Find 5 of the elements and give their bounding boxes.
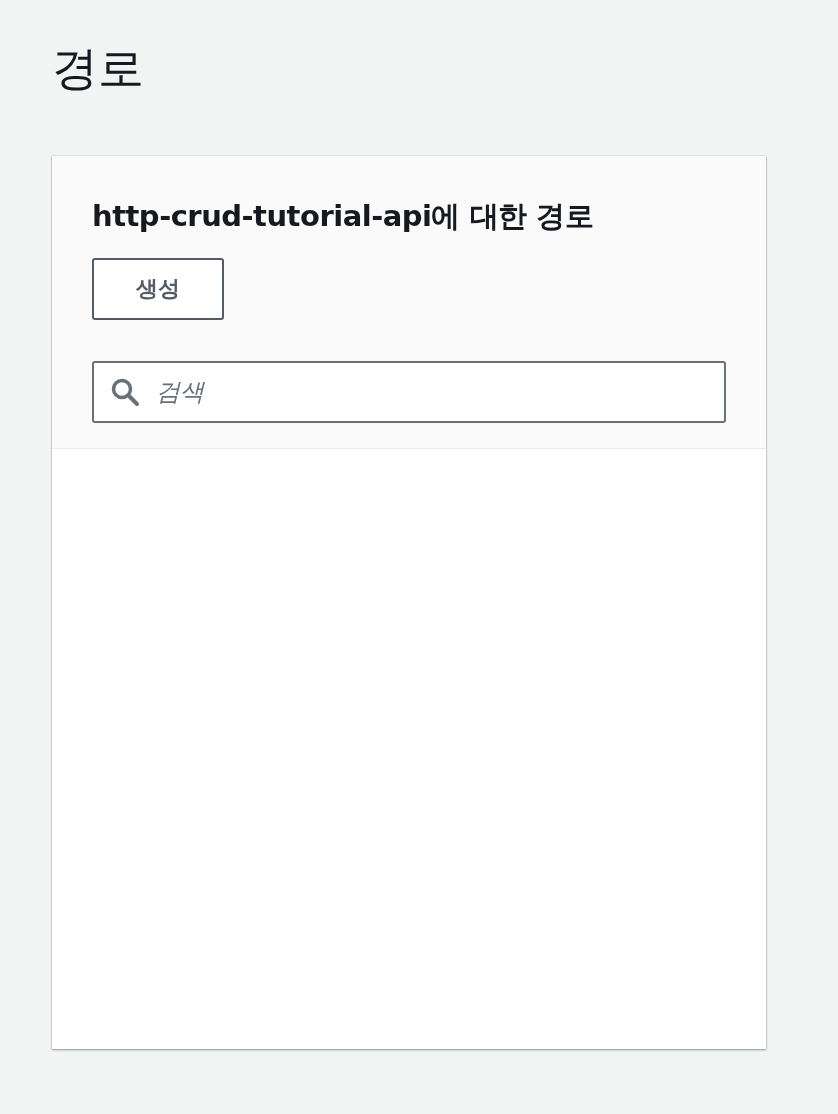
page-title: 경로 [52, 40, 144, 97]
panel-title: http-crud-tutorial-api에 대한 경로 [92, 198, 594, 235]
search-field[interactable]: 검색 [92, 361, 726, 423]
search-icon [110, 377, 140, 407]
create-button[interactable]: 생성 [92, 258, 224, 320]
